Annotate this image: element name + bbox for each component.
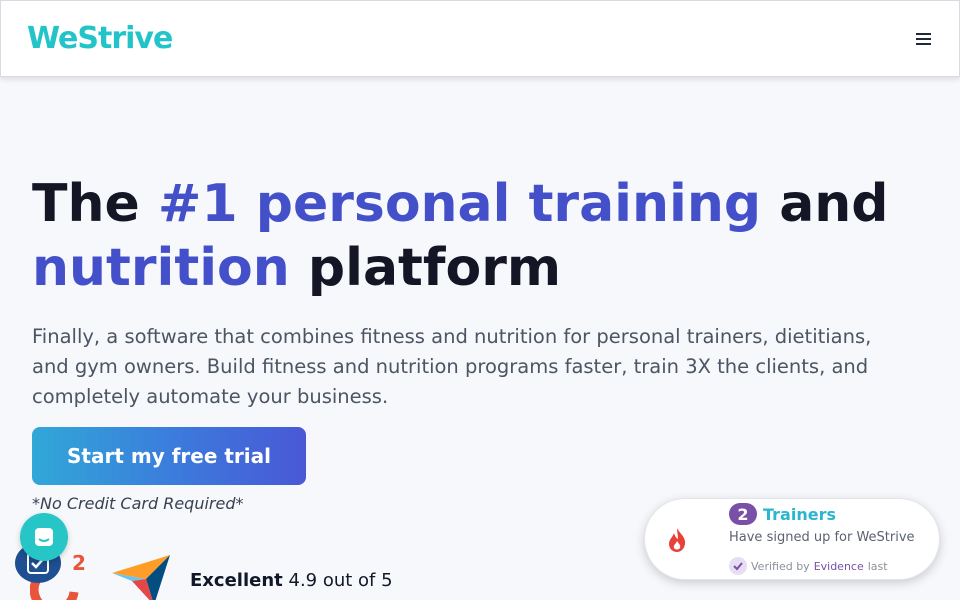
- site-header: WeStrive: [0, 0, 960, 77]
- verified-check-icon: [729, 557, 747, 575]
- title-text-3: platform: [289, 238, 562, 298]
- flame-icon: [665, 527, 689, 553]
- signup-count-badge: 2: [729, 503, 757, 525]
- hamburger-menu-icon[interactable]: [911, 27, 935, 51]
- rating-summary: Excellent 4.9 out of 5: [190, 570, 393, 591]
- capterra-logo-icon: [112, 555, 172, 600]
- proof-headline: 2 Trainers: [729, 503, 836, 525]
- title-accent-1: #1 personal training: [157, 174, 762, 234]
- title-accent-2: nutrition: [32, 238, 290, 298]
- social-proof-popup[interactable]: 2 Trainers Have signed up for WeStrive V…: [644, 498, 940, 580]
- title-text-1: The: [32, 174, 158, 234]
- chat-widget-icon[interactable]: [20, 513, 68, 561]
- no-credit-card-note: *No Credit Card Required*: [32, 494, 244, 513]
- signup-message: Have signed up for WeStrive: [729, 530, 915, 545]
- signup-label: Trainers: [763, 504, 836, 524]
- verified-suffix: last: [867, 559, 888, 573]
- verified-line: Verified by Evidence last: [729, 557, 888, 575]
- title-text-2: and: [761, 174, 889, 234]
- rating-label: Excellent: [190, 570, 283, 591]
- evidence-link[interactable]: Evidence: [814, 560, 864, 573]
- svg-text:2: 2: [72, 551, 86, 575]
- rating-score: 4.9 out of 5: [288, 570, 393, 591]
- verified-prefix: Verified by: [751, 559, 810, 573]
- hero-subtitle: Finally, a software that combines fitnes…: [32, 325, 872, 408]
- hero-title: The #1 personal training and nutrition p…: [32, 172, 932, 300]
- start-free-trial-button[interactable]: Start my free trial: [32, 427, 306, 485]
- westrive-logo[interactable]: WeStrive: [27, 21, 173, 56]
